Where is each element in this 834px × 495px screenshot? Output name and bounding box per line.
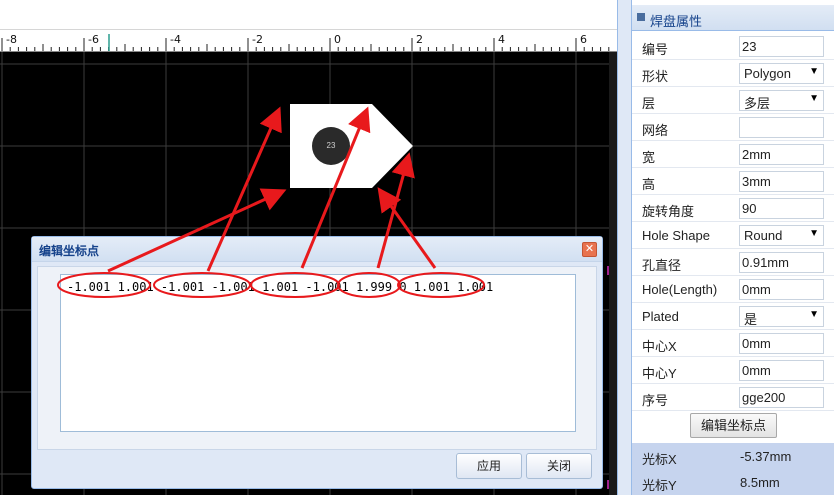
property-row: 中心X 0mm: [632, 330, 834, 357]
cursor-y-row: 光标Y 8.5mm: [632, 469, 834, 495]
property-row: 中心Y 0mm: [632, 357, 834, 384]
property-input[interactable]: 90: [739, 198, 824, 219]
property-label: 高: [642, 177, 656, 192]
select-value: 是: [744, 312, 758, 327]
chevron-down-icon: ▼: [809, 93, 819, 104]
chevron-down-icon: ▼: [809, 228, 819, 239]
close-button[interactable]: 关闭: [526, 453, 592, 479]
property-label: 序号: [642, 393, 669, 408]
collapse-icon[interactable]: [637, 13, 645, 21]
pad-number-label: 23: [326, 141, 336, 150]
chevron-down-icon: ▼: [809, 66, 819, 77]
property-label: Hole Shape: [642, 228, 710, 243]
property-row: 网络: [632, 114, 834, 141]
cursor-readout: 光标X -5.37mm 光标Y 8.5mm: [632, 443, 834, 495]
property-label: 网络: [642, 123, 669, 138]
app-root: -8 -6 -4 -2 0 2 4 6 23 编辑坐标点 ✕ -1.001 1.…: [0, 0, 834, 495]
panel-header[interactable]: 焊盘属性: [632, 5, 834, 31]
property-row: 旋转角度 90: [632, 195, 834, 222]
property-row: 编号 23: [632, 33, 834, 60]
cursor-x-row: 光标X -5.37mm: [632, 443, 834, 469]
property-row: Plated 是 ▼: [632, 303, 834, 330]
property-row: 形状 Polygon ▼: [632, 60, 834, 87]
property-row: Hole Shape Round ▼: [632, 222, 834, 249]
property-label: Hole(Length): [642, 282, 718, 297]
pad-properties-panel: 焊盘属性 编号 23 形状 Polygon ▼ 层 多层 ▼ 网络宽 2mm 高 3mm 旋转角度 90 H…: [631, 0, 834, 495]
panel-title: 焊盘属性: [650, 14, 703, 29]
dialog-title: 编辑坐标点: [39, 244, 100, 258]
apply-button[interactable]: 应用: [456, 453, 522, 479]
property-select[interactable]: 多层 ▼: [739, 90, 824, 111]
cursor-x-label: 光标X: [642, 452, 677, 467]
pad-polygon: [290, 104, 413, 188]
cursor-y-value: 8.5mm: [740, 475, 780, 490]
cursor-y-label: 光标Y: [642, 478, 677, 493]
select-value: Polygon: [744, 66, 791, 81]
property-input[interactable]: 23: [739, 36, 824, 57]
property-label: 层: [642, 96, 656, 111]
property-input[interactable]: 0mm: [739, 360, 824, 381]
property-select[interactable]: 是 ▼: [739, 306, 824, 327]
property-label: 旋转角度: [642, 204, 695, 219]
property-label: 孔直径: [642, 258, 682, 273]
dialog-body: -1.001 1.001 -1.001 -1.001 1.001 -1.001 …: [37, 266, 597, 450]
property-select[interactable]: Round ▼: [739, 225, 824, 246]
property-row: Hole(Length) 0mm: [632, 276, 834, 303]
property-input[interactable]: 0.91mm: [739, 252, 824, 273]
property-row: 序号 gge200: [632, 384, 834, 411]
close-icon[interactable]: ✕: [582, 242, 597, 257]
select-value: 多层: [744, 96, 771, 111]
panel-splitter[interactable]: [617, 0, 631, 495]
property-row: 宽 2mm: [632, 141, 834, 168]
property-row: 高 3mm: [632, 168, 834, 195]
edit-coordinates-dialog: 编辑坐标点 ✕ -1.001 1.001 -1.001 -1.001 1.001…: [31, 236, 603, 489]
property-row: 层 多层 ▼: [632, 87, 834, 114]
property-input[interactable]: gge200: [739, 387, 824, 408]
property-label: 编号: [642, 42, 669, 57]
chevron-down-icon: ▼: [809, 309, 819, 320]
property-label: 中心X: [642, 339, 677, 354]
property-select[interactable]: Polygon ▼: [739, 63, 824, 84]
property-label: 形状: [642, 69, 669, 84]
property-input[interactable]: [739, 117, 824, 138]
select-value: Round: [744, 228, 783, 243]
vertical-scrollbar[interactable]: [609, 52, 617, 495]
property-row: 孔直径 0.91mm: [632, 249, 834, 276]
property-input[interactable]: 0mm: [739, 279, 824, 300]
property-label: 宽: [642, 150, 656, 165]
property-label: Plated: [642, 309, 679, 324]
coordinates-textarea[interactable]: -1.001 1.001 -1.001 -1.001 1.001 -1.001 …: [60, 274, 576, 432]
dialog-header: 编辑坐标点 ✕: [32, 237, 602, 262]
property-input[interactable]: 2mm: [739, 144, 824, 165]
edit-coordinates-button[interactable]: 编辑坐标点: [690, 413, 777, 438]
cursor-x-value: -5.37mm: [740, 449, 792, 464]
property-input[interactable]: 0mm: [739, 333, 824, 354]
property-label: 中心Y: [642, 366, 677, 381]
property-input[interactable]: 3mm: [739, 171, 824, 192]
